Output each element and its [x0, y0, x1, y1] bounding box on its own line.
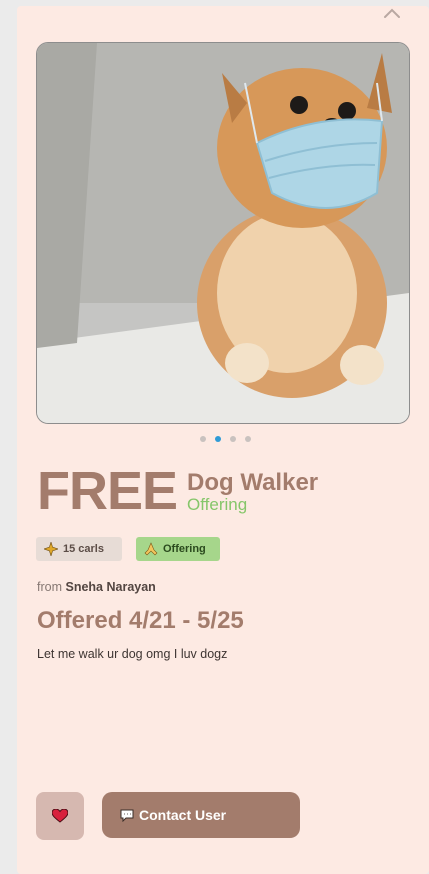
listing-description: Let me walk ur dog omg I luv dogz [37, 647, 228, 661]
contact-user-button[interactable]: Contact User [102, 792, 300, 838]
listing-price: FREE [37, 461, 178, 521]
listing-photo[interactable] [36, 42, 410, 424]
praying-hands-icon [144, 542, 158, 556]
listing-author: from Sneha Narayan [37, 580, 156, 594]
offering-badge-label: Offering [163, 543, 206, 555]
carousel-indicator [200, 436, 251, 442]
offered-dates: Offered 4/21 - 5/25 [37, 607, 244, 634]
from-prefix: from [37, 580, 62, 594]
listing-type: Offering [187, 495, 248, 514]
listing-title: Dog Walker [187, 469, 319, 496]
author-name[interactable]: Sneha Narayan [65, 580, 155, 594]
sparkle-icon [44, 542, 58, 556]
listing-card: FREE Dog Walker Offering 15 carls Offeri… [17, 6, 429, 874]
heart-icon [52, 809, 68, 823]
favorite-button[interactable] [36, 792, 84, 840]
contact-user-label: Contact User [139, 807, 227, 823]
carls-badge-label: 15 carls [63, 543, 104, 555]
offering-badge: Offering [136, 537, 220, 561]
carousel-dot-active[interactable] [215, 436, 221, 442]
carousel-dot[interactable] [245, 436, 251, 442]
carls-badge: 15 carls [36, 537, 122, 561]
chevron-up-icon[interactable] [382, 6, 402, 20]
carousel-dot[interactable] [200, 436, 206, 442]
chat-bubble-icon [120, 809, 134, 822]
carousel-dot[interactable] [230, 436, 236, 442]
